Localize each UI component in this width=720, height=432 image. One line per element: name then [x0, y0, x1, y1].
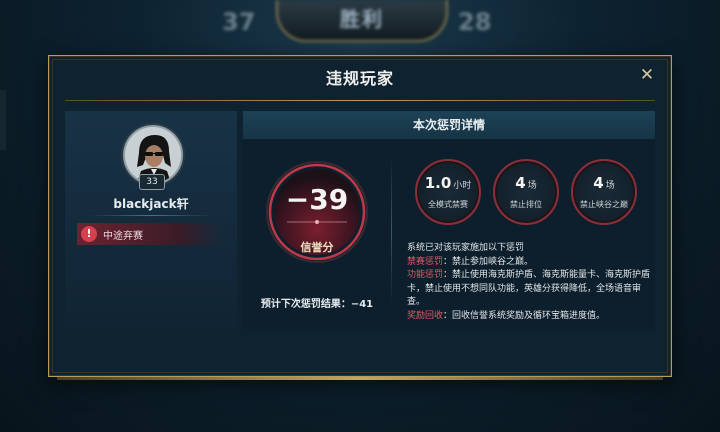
victory-banner: 胜利 [276, 0, 448, 42]
ban-penalty-text: ：禁止参加峡谷之巅。 [443, 256, 534, 267]
dialog-bottom-border [57, 377, 663, 380]
next-penalty-result: 预计下次惩罚结果：−41 [260, 299, 374, 310]
stat-ban-ranked: 4场 禁止排位 [493, 159, 559, 225]
stat-label: 禁止排位 [510, 200, 542, 209]
stat-value: 1.0 [424, 174, 452, 192]
credit-score-change: −39 [285, 183, 349, 216]
ban-penalty-line: 禁赛惩罚：禁止参加峡谷之巅。 [407, 256, 651, 270]
penalty-header: 本次惩罚详情 [243, 111, 655, 139]
player-level: 33 [139, 174, 165, 190]
stat-unit: 场 [527, 181, 537, 191]
title-divider [65, 100, 655, 101]
function-penalty-key: 功能惩罚 [407, 270, 444, 280]
penalty-panel: 本次惩罚详情 −39 信誉分 预计下次惩罚结果：−41 1.0小时 全模式禁赛 [243, 111, 655, 329]
panel-divider [391, 155, 392, 305]
stat-label: 禁止峡谷之巅 [580, 200, 628, 209]
dialog-title: 违规玩家 [325, 69, 394, 88]
stat-value: 4 [593, 174, 604, 192]
stat-label: 全模式禁赛 [428, 200, 468, 209]
team-score-left: 37 [222, 8, 256, 36]
stat-unit: 场 [605, 181, 615, 191]
team-score-right: 28 [458, 8, 492, 36]
description-intro: 系统已对该玩家施加以下惩罚 [407, 243, 525, 253]
victory-text: 胜利 [340, 7, 384, 31]
stat-unit: 小时 [453, 181, 472, 191]
ban-penalty-key: 禁赛惩罚 [407, 256, 444, 267]
side-tab [0, 90, 6, 150]
stat-ban-all-modes: 1.0 小时 全模式禁赛 [415, 159, 481, 225]
stat-ban-summit: 4场 禁止峡谷之巅 [571, 159, 637, 225]
credit-score-label: 信誉分 [300, 241, 334, 254]
reward-recall-line: 奖励回收：回收信誉系统奖励及循环宝箱进度值。 [407, 310, 651, 324]
stat-value: 4 [515, 174, 526, 192]
name-divider [89, 215, 213, 216]
player-panel: 33 blackjack轩 ! 中途弃赛 [65, 111, 237, 329]
player-name: blackjack轩 [113, 197, 189, 211]
reward-recall-text: ：回收信誉系统奖励及循环宝箱进度值。 [443, 310, 606, 321]
penalty-description: 系统已对该玩家施加以下惩罚 禁赛惩罚：禁止参加峡谷之巅。 功能惩罚：禁止使用海克… [407, 242, 651, 323]
function-penalty-line: 功能惩罚：禁止使用海克斯护盾、海克斯能量卡、海克斯护盾卡，禁止使用不想同队功能，… [407, 269, 651, 310]
reward-recall-key: 奖励回收 [407, 310, 444, 321]
violation-tag: ! 中途弃赛 [77, 223, 223, 245]
violation-tag-text: 中途弃赛 [103, 231, 143, 242]
exclamation-icon: ! [81, 226, 97, 242]
violation-dialog: 违规玩家 ✕ 33 blackjack轩 ! 中途弃赛 本次惩罚详情 −39 信… [48, 55, 672, 380]
function-penalty-text: ：禁止使用海克斯护盾、海克斯能量卡、海克斯护盾卡，禁止使用不想同队功能，英雄分获… [407, 270, 651, 307]
close-icon[interactable]: ✕ [637, 65, 657, 85]
